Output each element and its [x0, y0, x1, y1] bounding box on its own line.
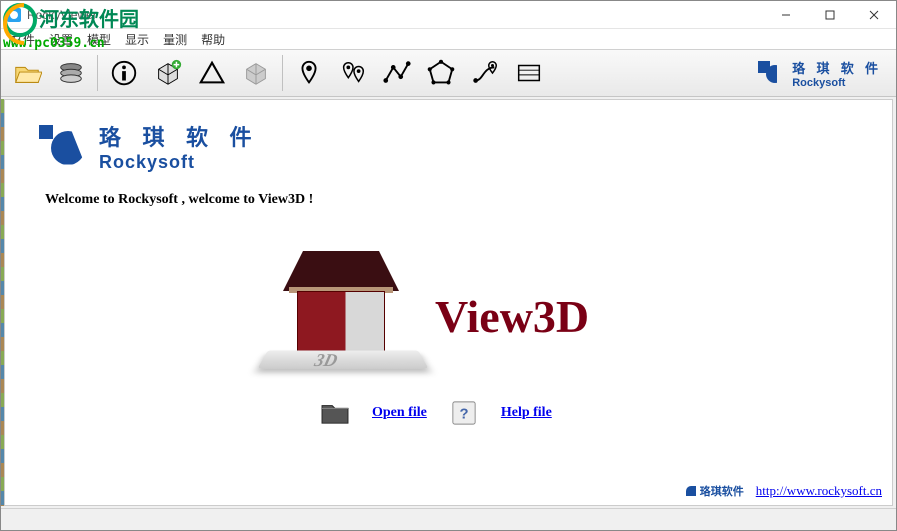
pin-icon: [294, 58, 324, 88]
svg-text:?: ?: [459, 407, 468, 423]
menu-bar: 文件 设置 模型 显示 量测 帮助: [1, 29, 896, 49]
quick-links: Open file ? Help file: [320, 400, 552, 426]
polygon-icon: [426, 58, 456, 88]
menu-measure[interactable]: 量测: [157, 31, 193, 48]
footer-url-link[interactable]: http://www.rockysoft.cn: [756, 483, 882, 499]
footer-brand: 珞琪软件: [686, 483, 744, 499]
toolbar-separator: [282, 55, 283, 91]
triangle-icon: [197, 58, 227, 88]
pins-icon: [338, 58, 368, 88]
tool-polygon[interactable]: [421, 53, 461, 93]
info-icon: [109, 58, 139, 88]
tool-pin-single[interactable]: [289, 53, 329, 93]
window-titlebar: RockyViewer: [1, 1, 896, 29]
polyline-icon: [382, 58, 412, 88]
folder-icon: [320, 400, 350, 426]
help-file-icon: ?: [449, 400, 479, 426]
tool-table[interactable]: [509, 53, 549, 93]
menu-settings[interactable]: 设置: [43, 31, 79, 48]
tool-layers[interactable]: [51, 53, 91, 93]
status-bar: [1, 508, 896, 530]
menu-file[interactable]: 文件: [5, 31, 41, 48]
help-file-link[interactable]: Help file: [501, 405, 552, 421]
content-footer: 珞琪软件 http://www.rockysoft.cn: [686, 483, 882, 499]
app-icon: [7, 8, 21, 22]
content-brand-en: Rockysoft: [99, 152, 260, 173]
minimize-button[interactable]: [764, 1, 808, 29]
content-area: 珞 琪 软 件 Rockysoft Welcome to Rockysoft ,…: [4, 99, 893, 506]
brand-logo-content: 珞 琪 软 件 Rockysoft: [39, 120, 260, 173]
tool-polyline[interactable]: [377, 53, 417, 93]
brand-en: Rockysoft: [792, 77, 882, 89]
menu-model[interactable]: 模型: [81, 31, 117, 48]
cube-icon: [241, 58, 271, 88]
welcome-text: Welcome to Rockysoft , welcome to View3D…: [45, 192, 313, 208]
brand-logo-toolbar: 珞 琪 软 件 Rockysoft: [758, 58, 890, 89]
house-3d-illustration: 3D: [275, 245, 407, 375]
cube-plus-icon: [153, 58, 183, 88]
content-brand-cn: 珞 琪 软 件: [99, 120, 260, 152]
tool-open-file[interactable]: [7, 53, 47, 93]
menu-display[interactable]: 显示: [119, 31, 155, 48]
tool-route[interactable]: [465, 53, 505, 93]
brand-cn: 珞 琪 软 件: [792, 58, 882, 77]
close-button[interactable]: [852, 1, 896, 29]
maximize-button[interactable]: [808, 1, 852, 29]
route-icon: [470, 58, 500, 88]
toolbar-separator: [97, 55, 98, 91]
hero-title: View3D: [435, 290, 589, 343]
folder-open-icon: [12, 58, 42, 88]
layers-icon: [56, 58, 86, 88]
tool-pin-multi[interactable]: [333, 53, 373, 93]
tool-info[interactable]: [104, 53, 144, 93]
menu-help[interactable]: 帮助: [195, 31, 231, 48]
toolbar: 珞 琪 软 件 Rockysoft: [1, 49, 896, 97]
tool-triangle[interactable]: [192, 53, 232, 93]
window-title: RockyViewer: [27, 8, 97, 22]
table-icon: [514, 58, 544, 88]
tool-cube[interactable]: [236, 53, 276, 93]
open-file-link[interactable]: Open file: [372, 405, 427, 421]
tool-add-model[interactable]: [148, 53, 188, 93]
